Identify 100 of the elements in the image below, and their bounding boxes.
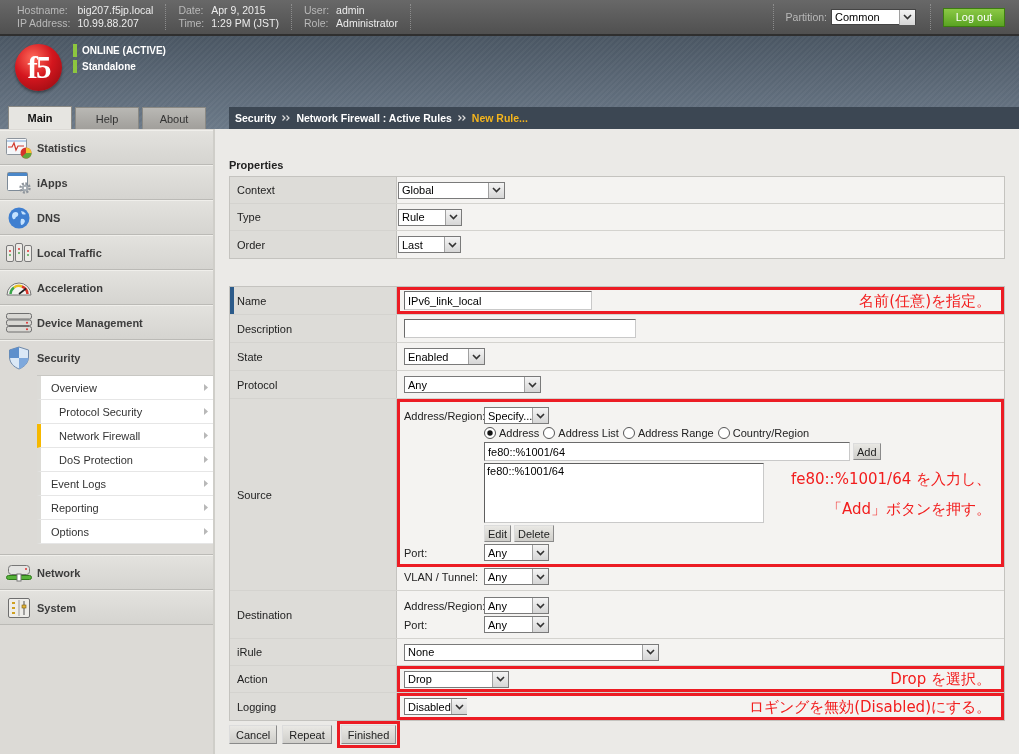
dropdown[interactable]: Drop — [404, 670, 509, 688]
status-marker-icon — [73, 44, 77, 57]
caret-right-icon — [204, 384, 208, 391]
chevron-down-icon — [528, 381, 537, 388]
window-gear-icon — [7, 171, 31, 194]
chevron-down-icon — [903, 14, 912, 20]
field-label: Description — [237, 322, 293, 335]
dropdown[interactable]: Last — [398, 236, 461, 253]
field-label: Address/Region: — [404, 409, 486, 422]
tab[interactable]: Help — [75, 107, 139, 129]
breadcrumb-item[interactable]: New Rule... — [471, 112, 528, 124]
breadcrumb-item[interactable]: Network Firewall : Active Rules — [296, 112, 452, 124]
tab[interactable]: About — [142, 107, 206, 129]
caret-right-icon — [204, 456, 208, 463]
dropdown[interactable]: Rule — [398, 208, 462, 226]
radio-option[interactable]: Address — [484, 427, 540, 439]
field-label: Context — [237, 184, 275, 196]
status-text: ONLINE (ACTIVE) — [82, 45, 166, 56]
sidebar-item[interactable]: Statistics — [0, 130, 213, 165]
servers-icon — [6, 242, 32, 263]
radio-option[interactable]: Country/Region — [717, 427, 810, 439]
sidebar-item[interactable]: System — [0, 590, 213, 625]
field-label: Port: — [404, 546, 428, 559]
sidebar-item[interactable]: Network — [0, 555, 213, 590]
form-button[interactable]: Cancel — [229, 725, 278, 744]
chevron-down-icon — [492, 187, 501, 193]
dropdown[interactable]: Specify... — [484, 407, 549, 424]
annotation-note: 名前(任意)を指定。 — [859, 291, 991, 310]
add-button[interactable]: Add — [853, 443, 881, 460]
form-button[interactable]: Finished — [340, 725, 397, 744]
dropdown[interactable]: Any — [484, 544, 549, 561]
form-button[interactable]: Repeat — [282, 725, 332, 744]
dropdown[interactable]: Common — [831, 9, 916, 25]
chevron-down-icon — [454, 703, 464, 710]
dropdown[interactable]: Global — [398, 181, 505, 199]
info-label: IP Address: — [17, 17, 71, 30]
info-value: Administrator — [336, 17, 398, 30]
sidebar-item[interactable]: Acceleration — [0, 270, 213, 305]
text-field[interactable] — [404, 319, 636, 338]
annotation-note: ロギングを無効(Disabled)にする。 — [749, 697, 991, 716]
caret-right-icon — [204, 528, 208, 535]
chart-window-icon — [6, 136, 32, 159]
shield-icon — [8, 346, 30, 370]
chevron-down-icon — [536, 602, 545, 609]
caret-right-icon — [204, 480, 208, 487]
chevron-down-icon — [496, 676, 505, 682]
info-label: Date: — [178, 4, 205, 17]
annotation-note: Drop を選択。 — [890, 670, 991, 688]
dropdown[interactable]: Any — [484, 597, 549, 614]
info-value: 1:29 PM (JST) — [211, 17, 279, 30]
field-label: Order — [237, 238, 266, 251]
server-stack-icon — [6, 312, 32, 333]
info-label: Role: — [303, 17, 330, 30]
caret-right-icon — [204, 432, 208, 439]
text-field[interactable]: IPv6_link_local — [404, 291, 592, 310]
radio-option[interactable]: Address Range — [622, 427, 714, 439]
info-value: admin — [336, 4, 366, 17]
sidebar-item[interactable]: Local Traffic — [0, 235, 213, 270]
address-list-box[interactable]: fe80::%1001/64 — [484, 463, 764, 523]
sidebar-item[interactable]: DNS — [0, 200, 213, 235]
info-label: Time: — [178, 17, 205, 30]
info-value: 10.99.88.207 — [77, 17, 140, 30]
info-label: Hostname: — [17, 4, 69, 17]
list-item[interactable]: fe80::%1001/64 — [487, 465, 565, 478]
slider-panel-icon — [8, 597, 30, 618]
globe-icon — [8, 206, 30, 229]
chevron-down-icon — [646, 649, 655, 655]
address-field[interactable]: fe80::%1001/64 — [484, 442, 850, 461]
field-label: iRule — [237, 646, 263, 658]
double-chevron-icon — [282, 115, 291, 121]
status-text: Standalone — [82, 61, 136, 72]
partition-label: Partition: — [785, 11, 827, 23]
dropdown[interactable]: Disabled — [404, 698, 467, 715]
breadcrumb-item[interactable]: Security — [235, 112, 277, 124]
dropdown[interactable]: Any — [404, 376, 541, 393]
info-value: big207.f5jp.local — [77, 4, 154, 17]
field-label: Protocol — [237, 378, 278, 391]
field-label: Action — [237, 673, 268, 685]
caret-right-icon — [204, 504, 208, 511]
sidebar-item[interactable]: Device Management — [0, 305, 213, 340]
dropdown[interactable]: Any — [484, 568, 549, 585]
double-chevron-icon — [457, 115, 466, 121]
dropdown[interactable]: Any — [484, 616, 549, 633]
gauge-icon — [6, 279, 32, 296]
sidebar-item[interactable]: iApps — [0, 165, 213, 200]
list-button[interactable]: Delete — [513, 525, 554, 542]
dropdown[interactable]: None — [404, 643, 659, 661]
caret-right-icon — [204, 408, 208, 415]
dropdown[interactable]: Enabled — [404, 348, 485, 365]
logo: f5 — [15, 44, 62, 91]
info-label: User: — [303, 4, 330, 17]
annotation-note: fe80::%1001/64 を入力し、 「Add」ボタンを押す。 — [790, 469, 991, 520]
chevron-down-icon — [536, 573, 545, 580]
field-label: Address/Region: — [404, 599, 486, 612]
radio-option[interactable]: Address List — [543, 427, 619, 439]
field-label: Destination — [237, 608, 293, 621]
list-button[interactable]: Edit — [484, 525, 511, 542]
chevron-down-icon — [536, 549, 545, 556]
chevron-down-icon — [448, 241, 457, 248]
tab[interactable]: Main — [8, 106, 72, 129]
